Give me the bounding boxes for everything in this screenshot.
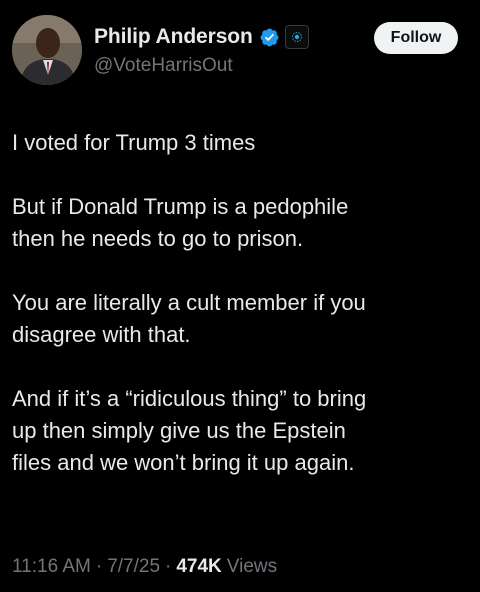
display-name[interactable]: Philip Anderson xyxy=(94,25,253,49)
tweet-meta: 11:16 AM · 7/7/25 · 474K Views xyxy=(12,556,277,578)
tweet-paragraph: And if it’s a “ridiculous thing” to brin… xyxy=(12,386,367,475)
meta-separator: · xyxy=(165,556,172,577)
tweet-paragraph: But if Donald Trump is a pedophile then … xyxy=(12,194,349,251)
meta-separator: · xyxy=(95,556,103,577)
tweet-paragraph: I voted for Trump 3 times xyxy=(12,130,256,155)
tweet-paragraph: You are literally a cult member if you d… xyxy=(12,290,366,347)
affiliate-badge-icon[interactable] xyxy=(284,25,309,49)
tweet-header: Philip Anderson @VoteHarrisOut Follow xyxy=(0,0,480,100)
verified-badge-icon xyxy=(259,27,280,48)
avatar[interactable] xyxy=(12,15,82,85)
user-handle[interactable]: @VoteHarrisOut xyxy=(94,55,233,77)
name-row: Philip Anderson xyxy=(94,22,309,52)
follow-button[interactable]: Follow xyxy=(374,22,458,54)
tweet-date[interactable]: 7/7/25 xyxy=(107,556,160,578)
view-count[interactable]: 474K xyxy=(176,556,221,578)
views-label: Views xyxy=(226,556,278,577)
tweet-time[interactable]: 11:16 AM xyxy=(12,556,91,578)
tweet-text: I voted for Trump 3 times But if Donald … xyxy=(12,127,470,479)
